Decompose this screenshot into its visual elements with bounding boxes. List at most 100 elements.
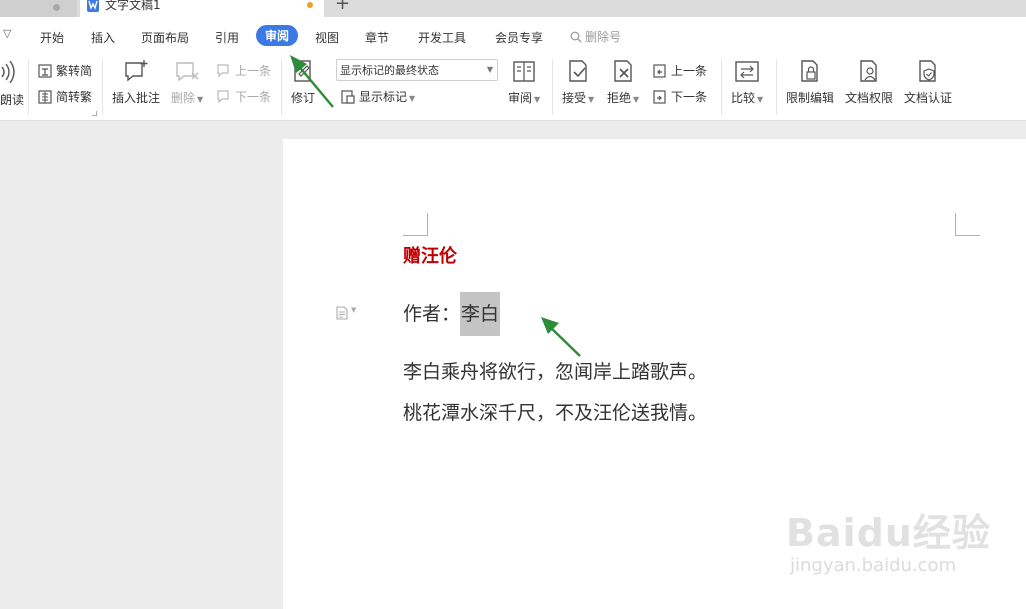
tab-title: 文字文稿1	[105, 0, 161, 12]
compare-icon	[735, 61, 759, 82]
delete-comment-button[interactable]: 删除 ▼	[171, 59, 203, 106]
watermark-url: jingyan.baidu.com	[790, 555, 957, 576]
annotation-arrow-icon	[541, 317, 581, 357]
simp-to-trad-button[interactable]: 简转繁	[37, 88, 92, 105]
chevron-down-icon: ▼	[633, 95, 640, 104]
reject-icon	[614, 60, 632, 82]
chevron-down-icon: ▼	[351, 306, 357, 314]
comment-delete-icon	[176, 62, 199, 82]
trad-to-simp-label: 繁转简	[56, 64, 93, 78]
menu-dev-tools[interactable]: 开发工具	[418, 29, 466, 46]
menu-bar: ▽ 开始 插入 页面布局 引用 审阅 视图 章节 开发工具 会员专享 删除号	[0, 17, 1026, 55]
next-change-icon	[653, 90, 666, 104]
poem-title[interactable]: 赠汪伦	[403, 242, 457, 268]
prev-change-button[interactable]: 上一条	[652, 62, 707, 79]
new-tab-button[interactable]: +	[335, 0, 350, 13]
show-markup-label: 显示标记	[359, 90, 408, 104]
menu-page-layout[interactable]: 页面布局	[141, 29, 189, 46]
tab-previous[interactable]	[0, 0, 77, 17]
accept-button[interactable]: 接受 ▼	[562, 59, 594, 106]
ribbon-separator	[281, 59, 282, 115]
reject-label: 拒绝	[607, 91, 632, 105]
comment-add-icon	[125, 60, 148, 82]
insert-comment-button[interactable]: 插入批注	[112, 59, 160, 106]
prev-change-label: 上一条	[671, 64, 708, 78]
chevron-down-icon: ▼	[588, 95, 595, 104]
prev-comment-button[interactable]: 上一条	[216, 62, 271, 79]
review-ribbon: 朗读 繁转简 简转繁 插入批注 删除 ▼ 上一条 下一条 修订 显示标记的最终状态…	[0, 55, 1026, 121]
reject-button[interactable]: 拒绝 ▼	[607, 59, 639, 106]
page-corner-mark	[403, 213, 428, 236]
menu-review[interactable]: 审阅	[256, 25, 299, 46]
read-aloud-icon[interactable]	[0, 61, 20, 83]
show-markup-icon	[341, 90, 355, 104]
chevron-down-icon: ▼	[757, 95, 764, 104]
group-launcher-icon[interactable]	[92, 111, 97, 116]
annotation-arrow-icon	[290, 55, 334, 108]
compare-button[interactable]: 比较 ▼	[731, 59, 763, 106]
shield-document-icon	[919, 60, 936, 82]
markup-state-select[interactable]: 显示标记的最终状态 ▼	[336, 59, 498, 81]
author-line[interactable]: 作者：李白	[403, 292, 501, 336]
author-label: 作者：	[403, 303, 461, 325]
poem-line[interactable]: 李白乘舟将欲行，忽闻岸上踏歌声。	[403, 357, 707, 384]
compare-label: 比较	[731, 91, 756, 105]
user-document-icon	[860, 60, 877, 82]
next-change-label: 下一条	[671, 90, 708, 104]
delete-comment-label: 删除	[171, 91, 196, 105]
page-corner-mark	[955, 213, 980, 236]
search-label: 删除号	[585, 30, 622, 44]
doc-permission-label: 文档权限	[845, 91, 894, 105]
restrict-editing-button[interactable]: 限制编辑	[786, 59, 834, 106]
simp-to-trad-label: 简转繁	[56, 90, 93, 104]
watermark-brand: Baidu经验	[786, 511, 991, 555]
accept-icon	[569, 60, 587, 82]
doc-certify-button[interactable]: 文档认证	[904, 59, 952, 106]
simp-to-trad-icon	[38, 90, 52, 104]
next-comment-icon	[217, 90, 229, 104]
tab-bar: 文字文稿1 +	[0, 0, 1026, 17]
paragraph-handle[interactable]: ▼	[335, 305, 356, 324]
selected-author-name[interactable]: 李白	[460, 292, 501, 336]
menu-insert[interactable]: 插入	[91, 29, 115, 46]
menu-member[interactable]: 会员专享	[495, 29, 543, 46]
menu-home[interactable]: 开始	[40, 29, 64, 46]
markup-state-value: 显示标记的最终状态	[340, 64, 439, 77]
lock-document-icon	[801, 60, 818, 82]
ribbon-separator	[721, 59, 722, 115]
review-pane-label: 审阅	[508, 91, 533, 105]
prev-comment-label: 上一条	[235, 64, 272, 78]
trad-to-simp-icon	[38, 64, 52, 78]
read-aloud-label[interactable]: 朗读	[0, 91, 24, 108]
ribbon-separator	[102, 59, 103, 115]
accept-label: 接受	[562, 91, 587, 105]
menu-dropdown-icon[interactable]: ▽	[3, 27, 11, 40]
menu-references[interactable]: 引用	[215, 29, 239, 46]
show-markup-button[interactable]: 显示标记 ▼	[340, 88, 415, 105]
trad-to-simp-button[interactable]: 繁转简	[37, 62, 92, 79]
next-comment-label: 下一条	[235, 90, 272, 104]
menu-view[interactable]: 视图	[315, 29, 339, 46]
chevron-down-icon: ▼	[486, 65, 493, 74]
menu-section[interactable]: 章节	[365, 29, 389, 46]
chevron-down-icon: ▼	[409, 94, 416, 103]
next-comment-button[interactable]: 下一条	[216, 88, 271, 105]
unsaved-dot-icon	[307, 2, 313, 8]
insert-comment-label: 插入批注	[112, 91, 161, 105]
chevron-down-icon: ▼	[534, 95, 541, 104]
doc-permission-button[interactable]: 文档权限	[845, 59, 893, 106]
ribbon-separator	[776, 59, 777, 115]
review-pane-button[interactable]: 审阅 ▼	[508, 59, 540, 106]
baidu-watermark: Baidu经验 jingyan.baidu.com	[786, 502, 991, 576]
chevron-down-icon: ▼	[197, 95, 204, 104]
paragraph-icon	[336, 306, 348, 320]
poem-line[interactable]: 桃花潭水深千尺，不及汪伦送我情。	[403, 398, 707, 425]
ribbon-separator	[552, 59, 553, 115]
tab-close-dot-icon[interactable]	[53, 4, 60, 11]
restrict-editing-label: 限制编辑	[786, 91, 835, 105]
review-pane-icon	[513, 61, 535, 82]
command-search[interactable]: 删除号	[570, 28, 621, 45]
tab-active-document[interactable]: 文字文稿1	[80, 0, 324, 17]
doc-certify-label: 文档认证	[904, 91, 953, 105]
next-change-button[interactable]: 下一条	[652, 88, 707, 105]
